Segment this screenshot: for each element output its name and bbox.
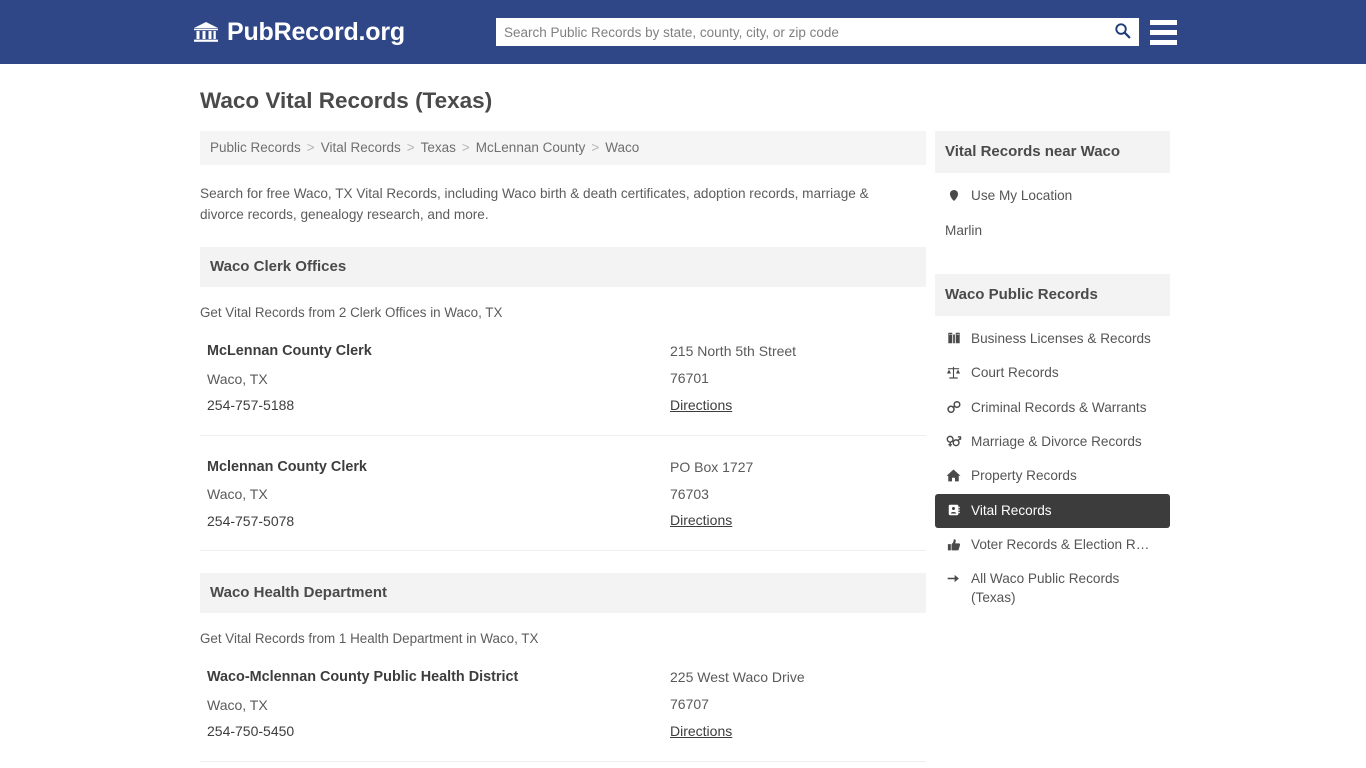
scales-icon [945,364,962,381]
sidebar-panel-heading-nearby: Vital Records near Waco [935,131,1170,174]
hamburger-menu-icon[interactable] [1150,18,1177,46]
search-bar [496,18,1139,46]
office-name: McLennan County Clerk [207,343,372,360]
directions-link[interactable]: Directions [670,507,732,534]
brand-name: PubRecord.org [227,17,405,46]
table-row: McLennan County Clerk Waco, TX 254-757-5… [200,320,926,436]
sidebar-item-marriage-divorce[interactable]: Marriage & Divorce Records [935,425,1170,459]
office-street: PO Box 1727 [670,458,754,475]
entry-details: Waco-Mclennan County Public Health Distr… [200,664,670,745]
office-name: Waco-Mclennan County Public Health Distr… [207,669,519,686]
sidebar-item-label: All Waco Public Records (Texas) [971,571,1120,605]
handcuffs-icon [945,399,962,416]
office-name: Mclennan County Clerk [207,458,367,475]
breadcrumb-item-vital-records[interactable]: Vital Records [321,140,401,155]
content-columns: Public Records > Vital Records > Texas >… [0,131,1366,768]
sidebar-item-all-public-records[interactable]: All Waco Public Records (Texas) [935,562,1170,615]
sidebar-item-label: Marriage & Divorce Records [971,433,1142,449]
arrow-right-icon [945,570,962,587]
directions-link[interactable]: Directions [670,392,732,419]
building-icon [945,330,962,347]
sidebar-item-label: Vital Records [971,502,1052,518]
office-city-state: Waco, TX [207,370,268,387]
office-street: 225 West Waco Drive [670,669,805,686]
entry-details: McLennan County Clerk Waco, TX 254-757-5… [200,338,670,419]
section-heading-health-department: Waco Health Department [200,573,926,614]
venus-mars-icon [945,433,962,450]
office-zip: 76701 [670,369,709,386]
directions-link[interactable]: Directions [670,718,732,745]
section-subtitle-health-department: Get Vital Records from 1 Health Departme… [200,631,539,647]
breadcrumb-item-public-records[interactable]: Public Records [210,140,301,155]
office-city-state: Waco, TX [207,696,268,713]
sidebar-panel-heading-public-records: Waco Public Records [935,273,1170,316]
sidebar-item-label: Voter Records & Election R… [971,537,1150,552]
office-phone: 254-750-5450 [207,723,295,740]
sidebar-item-label: Business Licenses & Records [971,330,1151,346]
id-card-icon [945,502,962,519]
site-logo[interactable]: PubRecord.org [193,19,405,45]
thumbs-up-icon [945,536,962,553]
search-icon [1114,22,1131,42]
sidebar-item-property-records[interactable]: Property Records [935,459,1170,493]
breadcrumb-separator: > [306,140,315,156]
bank-icon [193,19,219,45]
breadcrumb-separator: > [591,140,600,156]
office-city-state: Waco, TX [207,486,268,503]
entry-address: PO Box 1727 76703 Directions [670,454,920,535]
breadcrumb-item-waco[interactable]: Waco [605,140,639,155]
use-my-location-button[interactable]: Use My Location [935,179,1170,213]
section-heading-clerk-offices: Waco Clerk Offices [200,247,926,288]
sidebar-item-label: Property Records [971,468,1077,484]
office-zip: 76703 [670,485,709,502]
table-row: Waco-Mclennan County Public Health Distr… [200,646,926,763]
sidebar-item-court-records[interactable]: Court Records [935,356,1170,390]
breadcrumb-item-texas[interactable]: Texas [421,140,456,155]
nearby-place-label: Marlin [945,222,983,238]
sidebar-item-business-licenses[interactable]: Business Licenses & Records [935,322,1170,356]
entry-address: 215 North 5th Street 76701 Directions [670,338,920,419]
sidebar-records-list: Business Licenses & Records Court Record… [935,316,1170,615]
office-phone: 254-757-5188 [207,397,295,414]
use-my-location-label: Use My Location [971,188,1073,204]
entry-details: Mclennan County Clerk Waco, TX 254-757-5… [200,454,670,535]
section-subtitle-clerk-offices: Get Vital Records from 2 Clerk Offices i… [200,305,503,321]
sidebar-nearby-item-marlin[interactable]: Marlin [935,214,1170,248]
page-container: Waco Vital Records (Texas) Public Record… [0,64,1366,768]
sidebar: Vital Records near Waco Use My Location … [935,131,1170,768]
table-row: Mclennan County Clerk Waco, TX 254-757-5… [200,436,926,552]
site-header: PubRecord.org [0,0,1366,64]
breadcrumb-separator: > [461,140,470,156]
sidebar-item-label: Court Records [971,365,1059,381]
search-button[interactable] [1105,18,1139,46]
sidebar-item-label: Criminal Records & Warrants [971,399,1147,415]
sidebar-item-criminal-records[interactable]: Criminal Records & Warrants [935,391,1170,425]
breadcrumb: Public Records > Vital Records > Texas >… [200,131,926,166]
map-pin-icon [945,187,962,204]
page-title: Waco Vital Records (Texas) [200,88,493,113]
entry-address: 225 West Waco Drive 76707 Directions [670,664,920,745]
page-description: Search for free Waco, TX Vital Records, … [200,186,869,223]
sidebar-nearby-list: Use My Location Marlin [935,173,1170,248]
office-street: 215 North 5th Street [670,343,797,360]
office-phone: 254-757-5078 [207,512,295,529]
sidebar-item-vital-records[interactable]: Vital Records [935,493,1170,528]
search-input[interactable] [496,19,1105,45]
main-content: Public Records > Vital Records > Texas >… [200,131,926,768]
breadcrumb-item-mclennan-county[interactable]: McLennan County [476,140,586,155]
breadcrumb-separator: > [406,140,415,156]
office-zip: 76707 [670,696,709,713]
sidebar-item-voter-records[interactable]: Voter Records & Election R… [935,528,1170,562]
home-icon [945,467,962,484]
